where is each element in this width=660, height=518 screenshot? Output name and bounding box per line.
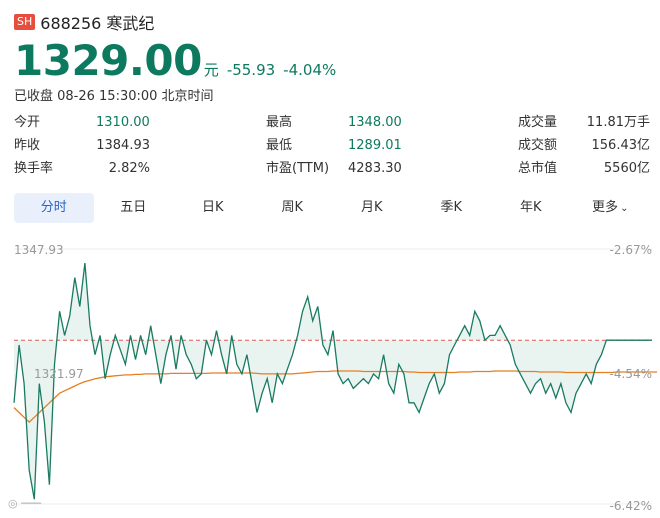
stat-amount: 成交额 156.43亿 [518, 137, 650, 155]
stat-value: 156.43亿 [591, 138, 651, 153]
y-right-tick-low: -6.42% [610, 499, 652, 513]
stock-header: SH 688256 寒武纪 [14, 10, 154, 34]
current-price: 1329.00 [14, 36, 202, 85]
tab-more[interactable]: 更多 ⌄ [571, 193, 651, 223]
tab-five-day[interactable]: 五日 [94, 193, 174, 223]
price-change-pct: -4.04% [283, 61, 337, 79]
stat-label: 最低 [266, 138, 293, 153]
stat-label: 总市值 [518, 161, 558, 176]
stat-value: 5560亿 [603, 161, 650, 176]
y-right-tick-mid: -4.54% [610, 367, 652, 381]
stat-label: 今开 [14, 115, 41, 130]
stat-value: 1310.00 [96, 115, 150, 130]
tab-intraday[interactable]: 分时 [14, 193, 94, 223]
stat-low: 最低 1289.01 [266, 137, 406, 155]
stat-value: 2.82% [108, 161, 150, 176]
stat-prevclose: 昨收 1384.93 [14, 137, 150, 155]
y-right-tick-high: -2.67% [610, 243, 652, 257]
tab-yearly-k[interactable]: 年K [491, 193, 571, 223]
tab-more-label: 更多 [592, 200, 619, 215]
stat-volume: 成交量 11.81万手 [518, 114, 650, 132]
stat-label: 成交额 [518, 138, 558, 153]
stat-pe: 市盈(TTM) 4283.30 [266, 160, 406, 178]
price-change: -55.93 [226, 61, 276, 79]
price-unit: 元 [203, 61, 219, 79]
y-left-tick-high: 1347.93 [14, 243, 64, 257]
tab-quarterly-k[interactable]: 季K [412, 193, 492, 223]
tab-daily-k[interactable]: 日K [173, 193, 253, 223]
stat-value: 1289.01 [348, 138, 402, 153]
stock-code-name: 688256 寒武纪 [40, 14, 155, 33]
stat-label: 最高 [266, 115, 293, 130]
stat-turnover: 换手率 2.82% [14, 160, 150, 178]
stat-mcap: 总市值 5560亿 [518, 160, 650, 178]
price-area-fill [14, 263, 652, 500]
watermark-logo: ◎ ─── [8, 497, 41, 510]
y-left-tick-mid: 1321.97 [34, 367, 84, 381]
stat-value: 1384.93 [96, 138, 150, 153]
stat-high: 最高 1348.00 [266, 114, 406, 132]
market-status: 已收盘 08-26 15:30:00 北京时间 [14, 89, 214, 104]
tab-monthly-k[interactable]: 月K [332, 193, 412, 223]
stat-value: 1348.00 [348, 115, 402, 130]
price-row: 1329.00 元 -55.93 -4.04% [14, 36, 336, 85]
stat-value: 4283.30 [348, 161, 402, 176]
tab-weekly-k[interactable]: 周K [253, 193, 333, 223]
stat-value: 11.81万手 [586, 115, 650, 130]
stat-label: 市盈(TTM) [266, 161, 330, 176]
stat-label: 换手率 [14, 161, 54, 176]
market-badge: SH [14, 14, 36, 30]
stat-label: 成交量 [518, 115, 558, 130]
intraday-chart[interactable]: 1347.93 1321.97 -2.67% -4.54% -6.42% [0, 230, 660, 518]
chart-period-tabs: 分时 五日 日K 周K 月K 季K 年K 更多 ⌄ [14, 193, 650, 223]
stat-open: 今开 1310.00 [14, 114, 154, 132]
stat-label: 昨收 [14, 138, 41, 153]
chevron-down-icon: ⌄ [620, 203, 629, 214]
